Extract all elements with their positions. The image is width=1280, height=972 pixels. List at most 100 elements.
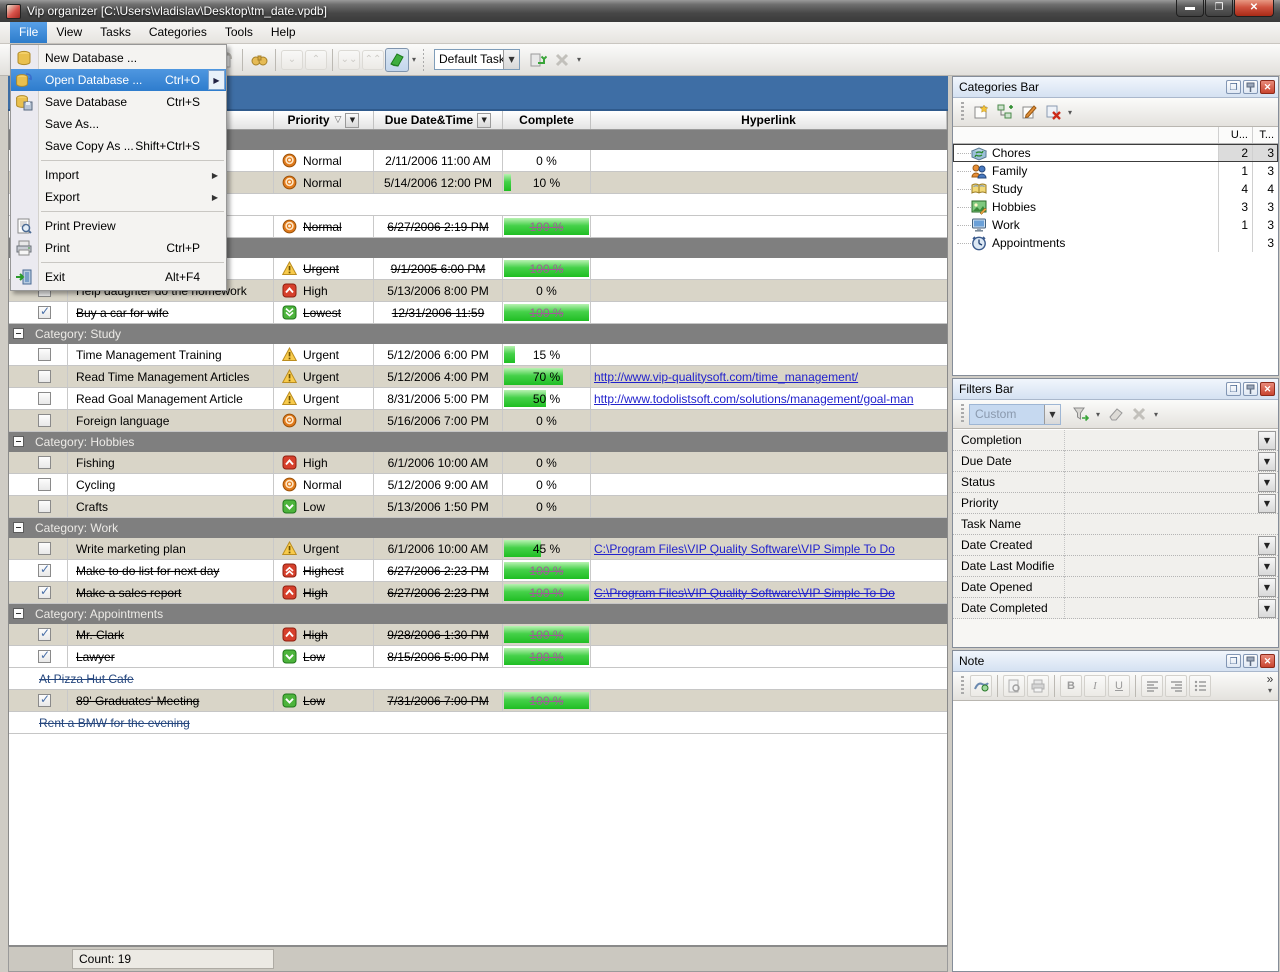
filters-toolbar-caret[interactable]: ▾: [1154, 410, 1158, 419]
categories-toolbar-caret[interactable]: ▾: [1068, 108, 1072, 117]
clear-filter-icon[interactable]: [1103, 402, 1127, 426]
task-checkbox[interactable]: [38, 694, 51, 707]
find-icon[interactable]: [247, 48, 271, 72]
filter-dropdown[interactable]: ▼: [1258, 536, 1276, 555]
apply-filter-icon[interactable]: [1069, 402, 1093, 426]
category-collapse-box[interactable]: [13, 522, 24, 533]
filter-dropdown[interactable]: ▼: [1258, 599, 1276, 618]
task-checkbox[interactable]: [38, 650, 51, 663]
filter-dropdown[interactable]: ▼: [1258, 431, 1276, 450]
filter-preset-combo[interactable]: Custom ▼: [969, 404, 1061, 425]
task-row[interactable]: Make to do list for next dayHighest6/27/…: [9, 560, 947, 582]
note-pin-icon[interactable]: [1243, 654, 1258, 668]
file-menu-item-save-as[interactable]: Save As...: [11, 113, 226, 135]
close-button[interactable]: ✕: [1234, 0, 1274, 17]
note-toolbar-overflow[interactable]: »: [1265, 674, 1275, 685]
task-checkbox[interactable]: [38, 392, 51, 405]
file-menu-item-open-database[interactable]: Open Database ...Ctrl+O▶: [11, 69, 226, 91]
filter-dropdown[interactable]: ▼: [1258, 578, 1276, 597]
task-row[interactable]: Read Time Management ArticlesUrgent5/12/…: [9, 366, 947, 388]
filter-dropdown[interactable]: ▼: [1258, 557, 1276, 576]
task-checkbox[interactable]: [38, 348, 51, 361]
header-hyperlink[interactable]: Hyperlink: [591, 111, 947, 129]
menu-help[interactable]: Help: [262, 22, 305, 43]
note-print-icon[interactable]: [1027, 675, 1049, 697]
move-bottom-button[interactable]: ⌄⌄: [338, 50, 360, 70]
move-top-button[interactable]: ⌃⌃: [362, 50, 384, 70]
category-collapse-box[interactable]: [13, 328, 24, 339]
note-insert-icon[interactable]: [970, 675, 992, 697]
task-row[interactable]: Make a sales reportHigh6/27/2006 2:23 PM…: [9, 582, 947, 604]
note-print-preview-icon[interactable]: [1003, 675, 1025, 697]
file-menu-item-export[interactable]: Export▶: [11, 186, 226, 208]
category-item-study[interactable]: Study44: [953, 180, 1278, 198]
note-editor[interactable]: [953, 702, 1278, 971]
task-checkbox[interactable]: [38, 628, 51, 641]
categories-pin-icon[interactable]: [1243, 80, 1258, 94]
task-note-row[interactable]: At Pizza Hut Cafe: [9, 668, 947, 690]
submenu-arrow-icon[interactable]: ▶: [208, 70, 225, 90]
task-checkbox[interactable]: [38, 306, 51, 319]
note-align-left-icon[interactable]: [1141, 675, 1163, 697]
task-row[interactable]: FishingHigh6/1/2006 10:00 AM0 %: [9, 452, 947, 474]
task-row[interactable]: CyclingNormal5/12/2006 9:00 AM0 %: [9, 474, 947, 496]
task-row[interactable]: Read Goal Management ArticleUrgent8/31/2…: [9, 388, 947, 410]
category-item-family[interactable]: Family13: [953, 162, 1278, 180]
menu-categories[interactable]: Categories: [140, 22, 216, 43]
note-underline-button[interactable]: U: [1108, 675, 1130, 697]
filters-pin-icon[interactable]: [1243, 382, 1258, 396]
task-row[interactable]: 89' Graduates' MeetingLow7/31/2006 7:00 …: [9, 690, 947, 712]
task-checkbox[interactable]: [38, 586, 51, 599]
note-italic-button[interactable]: I: [1084, 675, 1106, 697]
task-checkbox[interactable]: [38, 542, 51, 555]
category-band[interactable]: Category: Hobbies: [9, 432, 947, 452]
task-row[interactable]: Write marketing planUrgent6/1/2006 10:00…: [9, 538, 947, 560]
file-menu-item-save-database[interactable]: Save DatabaseCtrl+S: [11, 91, 226, 113]
menu-view[interactable]: View: [47, 22, 91, 43]
file-menu-item-save-copy-as[interactable]: Save Copy As ...Shift+Ctrl+S: [11, 135, 226, 157]
category-item-chores[interactable]: Chores23: [953, 144, 1278, 162]
move-up-button[interactable]: ⌃: [305, 50, 327, 70]
edit-category-icon[interactable]: [1017, 100, 1041, 124]
note-bold-button[interactable]: B: [1060, 675, 1082, 697]
hyperlink[interactable]: C:\Program Files\VIP Quality Software\VI…: [594, 586, 895, 600]
task-checkbox[interactable]: [38, 370, 51, 383]
filter-dropdown[interactable]: ▼: [1258, 473, 1276, 492]
apply-template-icon[interactable]: [526, 48, 550, 72]
header-due-date[interactable]: Due Date&Time ▼: [374, 111, 503, 129]
due-filter-dropdown[interactable]: ▼: [477, 113, 491, 128]
task-template-dropdown[interactable]: ▼: [503, 50, 519, 69]
categories-close-icon[interactable]: ✕: [1260, 80, 1275, 94]
note-bullet-list-icon[interactable]: [1189, 675, 1211, 697]
category-collapse-box[interactable]: [13, 608, 24, 619]
header-priority[interactable]: Priority ▽ ▼: [274, 111, 374, 129]
task-checkbox[interactable]: [38, 414, 51, 427]
hyperlink[interactable]: http://www.vip-qualitysoft.com/time_mana…: [594, 370, 858, 384]
delete-category-icon[interactable]: [1041, 100, 1065, 124]
remove-filter-icon[interactable]: [1127, 402, 1151, 426]
note-close-icon[interactable]: ✕: [1260, 654, 1275, 668]
task-row[interactable]: LawyerLow8/15/2006 5:00 PM100 %: [9, 646, 947, 668]
notes-toggle-icon[interactable]: [385, 48, 409, 72]
task-checkbox[interactable]: [38, 456, 51, 469]
category-band[interactable]: Category: Study: [9, 324, 947, 344]
category-item-hobbies[interactable]: Hobbies33: [953, 198, 1278, 216]
menu-tools[interactable]: Tools: [216, 22, 262, 43]
hyperlink[interactable]: http://www.todolistsoft.com/solutions/ma…: [594, 392, 914, 406]
file-menu-item-exit[interactable]: ExitAlt+F4: [11, 266, 226, 288]
category-band[interactable]: Category: Appointments: [9, 604, 947, 624]
minimize-button[interactable]: ▬: [1176, 0, 1204, 17]
task-note-row[interactable]: Rent a BMW for the evening: [9, 712, 947, 734]
new-category-icon[interactable]: [969, 100, 993, 124]
file-menu-item-new-database[interactable]: New Database ...: [11, 47, 226, 69]
filter-dropdown[interactable]: ▼: [1258, 494, 1276, 513]
new-subcategory-icon[interactable]: [993, 100, 1017, 124]
categories-restore-icon[interactable]: ❐: [1226, 80, 1241, 94]
apply-filter-caret[interactable]: ▾: [1096, 410, 1100, 419]
task-checkbox[interactable]: [38, 478, 51, 491]
task-row[interactable]: Foreign languageNormal5/16/2006 7:00 PM0…: [9, 410, 947, 432]
note-align-right-icon[interactable]: [1165, 675, 1187, 697]
menu-file[interactable]: File: [10, 22, 47, 43]
notes-toggle-caret[interactable]: ▾: [412, 55, 416, 64]
header-complete[interactable]: Complete: [503, 111, 591, 129]
